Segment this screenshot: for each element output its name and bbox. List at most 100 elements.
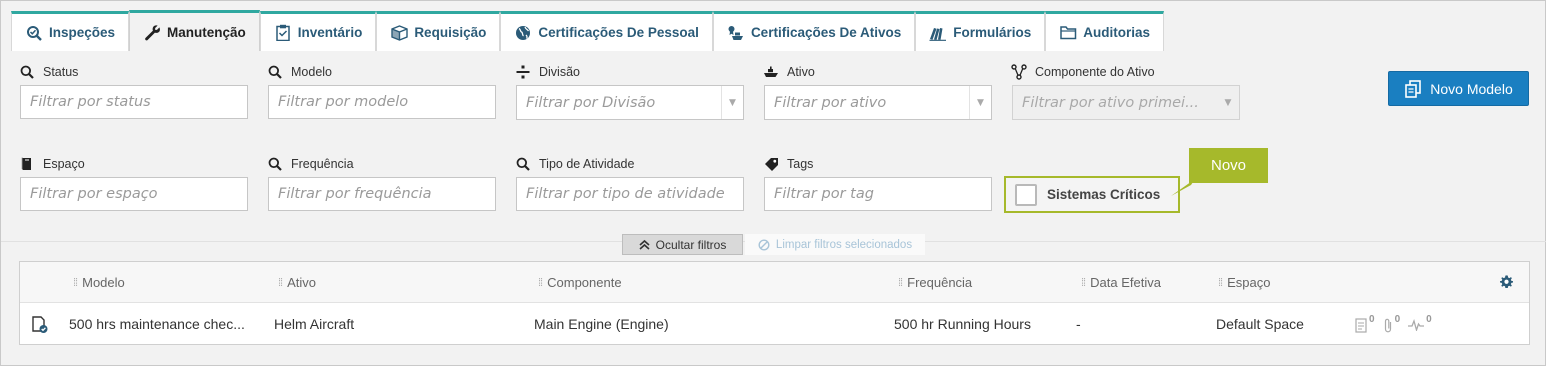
search-icon bbox=[515, 156, 531, 172]
drag-handle-icon[interactable]: ⁞⁞ bbox=[278, 277, 283, 289]
tab-label: Formulários bbox=[953, 25, 1032, 40]
chevron-down-icon: ▼ bbox=[1224, 97, 1232, 108]
hide-filters-button[interactable]: Ocultar filtros bbox=[622, 234, 743, 255]
placeholder-text: Filtrar por tipo de atividade bbox=[526, 186, 725, 202]
column-header-frequencia[interactable]: ⁞⁞ Frequência bbox=[898, 275, 972, 290]
drag-handle-icon[interactable]: ⁞⁞ bbox=[1218, 277, 1223, 289]
label-text: Modelo bbox=[291, 65, 332, 79]
chevron-down-icon: ▼ bbox=[969, 86, 991, 119]
filter-espaco-label: Espaço bbox=[19, 156, 85, 172]
wrench-icon bbox=[143, 23, 161, 41]
tab-label: Inspeções bbox=[49, 25, 116, 40]
column-header-ativo[interactable]: ⁞⁞ Ativo bbox=[278, 275, 316, 290]
filter-divisao-label: Divisão bbox=[515, 64, 580, 80]
maintenance-models-table: ⁞⁞ Modelo ⁞⁞ Ativo ⁞⁞ Componente ⁞⁞ Frequênc… bbox=[19, 261, 1530, 345]
new-model-button[interactable]: Novo Modelo bbox=[1388, 71, 1529, 106]
folder-icon bbox=[1059, 24, 1077, 42]
column-header-modelo[interactable]: ⁞⁞ Modelo bbox=[73, 275, 125, 290]
column-title: Modelo bbox=[82, 275, 125, 290]
divisao-filter-select[interactable]: Filtrar por Divisão ▼ bbox=[516, 85, 744, 120]
attachments-counter[interactable]: 0 bbox=[1383, 314, 1401, 336]
chevron-down-icon: ▼ bbox=[721, 86, 743, 119]
label-text: Divisão bbox=[539, 65, 580, 79]
tags-filter-input[interactable]: Filtrar por tag bbox=[764, 177, 992, 211]
clear-filters-button[interactable]: Limpar filtros selecionados bbox=[745, 234, 925, 255]
paperclip-icon bbox=[1383, 318, 1393, 336]
tab-label: Manutenção bbox=[167, 24, 246, 40]
placeholder-text: Filtrar por status bbox=[30, 94, 151, 110]
tab-inspecoes[interactable]: Inspeções bbox=[11, 11, 130, 51]
tab-certificacoes-ativos[interactable]: Certificações De Ativos bbox=[712, 11, 916, 51]
filter-status-label: Status bbox=[19, 64, 78, 80]
column-title: Data Efetiva bbox=[1090, 275, 1161, 290]
drag-handle-icon[interactable]: ⁞⁞ bbox=[1081, 277, 1086, 289]
placeholder-text: Filtrar por ativo bbox=[774, 94, 887, 111]
search-icon bbox=[267, 156, 283, 172]
modelo-filter-input[interactable]: Filtrar por modelo bbox=[268, 85, 496, 119]
label-text: Espaço bbox=[43, 157, 85, 171]
row-counters: 0 0 0 bbox=[1355, 314, 1440, 336]
magnify-check-icon bbox=[25, 24, 43, 42]
critical-systems-checkbox[interactable] bbox=[1015, 183, 1037, 206]
tab-label: Certificações De Ativos bbox=[750, 25, 902, 40]
label-text: Tipo de Atividade bbox=[539, 157, 635, 171]
column-header-data-efetiva[interactable]: ⁞⁞ Data Efetiva bbox=[1081, 275, 1161, 290]
drag-handle-icon[interactable]: ⁞⁞ bbox=[898, 277, 903, 289]
activity-count: 0 bbox=[1426, 314, 1432, 325]
placeholder-text: Filtrar por modelo bbox=[278, 94, 409, 110]
pulse-icon bbox=[1408, 318, 1425, 334]
button-label: Novo Modelo bbox=[1430, 80, 1513, 97]
tab-formularios[interactable]: Formulários bbox=[915, 11, 1046, 51]
globe-icon bbox=[514, 24, 532, 42]
gear-icon[interactable] bbox=[1500, 275, 1513, 293]
componente-filter-select[interactable]: Filtrar por ativo primei... ▼ bbox=[1012, 85, 1240, 120]
drag-handle-icon[interactable]: ⁞⁞ bbox=[73, 277, 78, 289]
column-title: Frequência bbox=[907, 275, 973, 290]
hierarchy-icon bbox=[1011, 64, 1027, 80]
column-header-componente[interactable]: ⁞⁞ Componente bbox=[538, 275, 622, 290]
tab-certificacoes-pessoal[interactable]: Certificações De Pessoal bbox=[500, 11, 713, 51]
new-feature-callout: Novo bbox=[1189, 148, 1268, 183]
attachments-count: 0 bbox=[1394, 314, 1401, 325]
notes-icon bbox=[1355, 318, 1367, 336]
tab-label: Inventário bbox=[297, 25, 363, 40]
button-label: Limpar filtros selecionados bbox=[775, 238, 913, 251]
placeholder-text: Filtrar por frequência bbox=[278, 186, 432, 202]
app-frame: Inspeções Manutenção Inventário Requisiç… bbox=[0, 0, 1546, 366]
cell-modelo[interactable]: 500 hrs maintenance chec... bbox=[69, 316, 245, 332]
column-title: Espaço bbox=[1227, 275, 1271, 290]
clear-icon bbox=[758, 238, 770, 251]
drag-handle-icon[interactable]: ⁞⁞ bbox=[538, 277, 543, 289]
tab-auditorias[interactable]: Auditorias bbox=[1045, 11, 1165, 51]
label-text: Frequência bbox=[291, 157, 354, 171]
notes-counter[interactable]: 0 bbox=[1355, 314, 1375, 336]
label-text: Tags bbox=[787, 157, 814, 171]
book-icon bbox=[19, 156, 35, 172]
column-title: Componente bbox=[547, 275, 622, 290]
status-filter-input[interactable]: Filtrar por status bbox=[20, 85, 248, 119]
callout-text: Novo bbox=[1210, 157, 1247, 174]
double-chevron-up-icon bbox=[639, 239, 650, 250]
module-tabs: Inspeções Manutenção Inventário Requisiç… bbox=[11, 10, 1165, 51]
frequencia-filter-input[interactable]: Filtrar por frequência bbox=[268, 177, 496, 211]
table-row[interactable]: 500 hrs maintenance chec... Helm Aircraf… bbox=[20, 304, 1529, 345]
cell-espaco: Default Space bbox=[1216, 316, 1304, 332]
tipo-atividade-filter-input[interactable]: Filtrar por tipo de atividade bbox=[516, 177, 744, 211]
clipboard-icon bbox=[274, 24, 292, 42]
critical-systems-filter[interactable]: Sistemas Críticos bbox=[1004, 176, 1180, 213]
activity-counter[interactable]: 0 bbox=[1408, 314, 1432, 334]
tab-inventario[interactable]: Inventário bbox=[259, 11, 377, 51]
books-icon bbox=[929, 24, 947, 42]
ship-cert-icon bbox=[727, 24, 745, 42]
label-text: Status bbox=[43, 65, 79, 79]
search-icon bbox=[19, 64, 35, 80]
box-icon bbox=[390, 24, 408, 42]
column-header-espaco[interactable]: ⁞⁞ Espaço bbox=[1218, 275, 1271, 290]
ativo-filter-select[interactable]: Filtrar por ativo ▼ bbox=[764, 85, 992, 120]
espaco-filter-input[interactable]: Filtrar por espaço bbox=[20, 177, 248, 211]
document-check-icon bbox=[31, 316, 49, 339]
filter-modelo-label: Modelo bbox=[267, 64, 332, 80]
tab-requisicao[interactable]: Requisição bbox=[376, 11, 501, 51]
tab-manutencao[interactable]: Manutenção bbox=[129, 10, 260, 51]
cell-data-efetiva: - bbox=[1076, 316, 1081, 332]
